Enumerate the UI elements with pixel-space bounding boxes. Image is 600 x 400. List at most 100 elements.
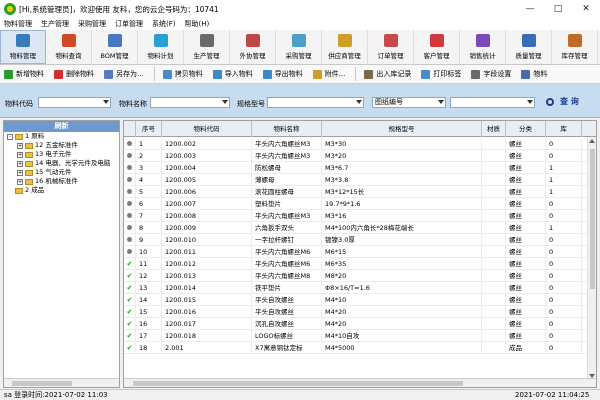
menu-item-0[interactable]: 物料管理 [4,19,32,29]
toolbar-button-1[interactable]: 删除物料 [54,69,94,79]
module-tab-9[interactable]: 客户管理 [414,30,460,64]
menu-item-2[interactable]: 采购管理 [78,19,106,29]
expand-icon[interactable]: + [17,160,23,167]
column-header[interactable]: 物料代码 [162,121,252,137]
module-tab-4[interactable]: 生产管理 [184,30,230,64]
module-tab-6[interactable]: 采购管理 [276,30,322,64]
maximize-icon[interactable]: □ [544,0,572,18]
tree-node[interactable]: +13 电子元件 [4,150,119,159]
status-dot-icon [127,153,132,158]
extra-filter-input[interactable] [450,97,535,108]
spec-input[interactable] [267,97,364,108]
table-row[interactable]: ✔ 16 1200.017 沉孔自攻螺丝 M4*20 螺丝 0 [124,318,596,330]
minimize-icon[interactable]: — [516,0,544,18]
refresh-button[interactable]: 刷新 [4,121,119,132]
column-header[interactable]: 序号 [136,121,162,137]
table-row[interactable]: 9 1200.010 一字拉杆螺钉 镀镍3.0厚 螺丝 0 [124,234,596,246]
module-tab-1[interactable]: 物料查询 [46,30,92,64]
toolbar-button-10[interactable]: 物料 [521,69,547,79]
toolbar-button-0[interactable]: 新增物料 [4,69,44,79]
query-button[interactable]: 查 询 [546,96,579,107]
table-row[interactable]: 5 1200.006 滚花圆柱螺母 M3*12*15长 螺丝 1 [124,186,596,198]
status-dot-icon [127,201,132,206]
column-header[interactable]: 规格型号 [322,121,482,137]
table-row[interactable]: 10 1200.011 平头内六角螺丝M6 M6*15 螺丝 0 [124,246,596,258]
expand-icon[interactable]: - [7,133,13,140]
grid-vertical-scrollbar[interactable] [587,137,596,380]
check-icon: ✔ [126,308,133,316]
toolbar-label: 物料 [533,70,548,78]
menu-item-5[interactable]: 帮助(H) [185,19,210,29]
material-name-input[interactable] [150,97,230,108]
menu-item-3[interactable]: 订单管理 [115,19,143,29]
module-tab-7[interactable]: 供应商管理 [322,30,368,64]
toolbar-button-7[interactable]: 出入库记录 [364,69,411,79]
tree-node[interactable]: - 1 原料 [4,132,119,141]
toolbar-button-9[interactable]: 字段设置 [471,69,511,79]
table-row[interactable]: 4 1200.005 薄螺母 M3*3.8 螺丝 1 [124,174,596,186]
scrollbar-thumb[interactable] [133,381,463,386]
table-row[interactable]: ✔ 14 1200.015 平头自攻螺丝 M4*10 螺丝 0 [124,294,596,306]
tree-node[interactable]: +15 气动元件 [4,168,119,177]
tree-node[interactable]: +16 机械标准件 [4,177,119,186]
menu-item-4[interactable]: 系统(F) [152,19,176,29]
cell-cat: 螺丝 [506,186,546,198]
table-row[interactable]: 6 1200.007 塑料垫片 19.7*9*1.6 螺丝 0 [124,198,596,210]
module-tab-10[interactable]: 销售统计 [460,30,506,64]
toolbar-button-4[interactable]: 导入物料 [212,69,253,79]
table-row[interactable]: 3 1200.004 防松螺母 M3*6.7 螺丝 1 [124,162,596,174]
module-tab-8[interactable]: 订单管理 [368,30,414,64]
table-row[interactable]: ✔ 13 1200.014 铁平垫片 Φ8×16/T=1.6 螺丝 0 [124,282,596,294]
material-code-input[interactable] [38,97,111,108]
column-header[interactable]: 材质 [482,121,506,137]
module-tab-0[interactable]: 物料管理 [0,30,46,64]
toolbar-button-2[interactable]: 另存为... [104,69,144,79]
module-tab-12[interactable]: 库存管理 [552,30,598,64]
tree-node[interactable]: +14 电器、光学元件及电脑 [4,159,119,168]
expand-icon[interactable]: + [17,169,23,176]
tree-horizontal-scrollbar[interactable] [4,378,119,387]
field-type-select[interactable]: 图纸编号 [372,97,446,108]
tree-node[interactable]: 2 成品 [4,186,119,195]
tree-node[interactable]: +12 五金标准件 [4,141,119,150]
import-icon [212,69,222,79]
module-tab-2[interactable]: BOM管理 [92,30,138,64]
window-title: [Hi,系统管理员]，欢迎使用 友科，您的云企号码为：10741 [19,4,219,14]
close-icon[interactable]: ✕ [572,0,600,18]
scroll-up-icon[interactable] [589,139,595,143]
toolbar-button-8[interactable]: 打印标签 [421,69,461,79]
expand-icon[interactable]: + [17,142,23,149]
cell-name: 沉孔自攻螺丝 [252,318,322,330]
expand-icon[interactable]: + [17,178,23,185]
table-row[interactable]: 2 1200.003 平头内六角螺丝M3 M3*20 螺丝 0 [124,150,596,162]
cell-qty: 1 [546,162,582,174]
toolbar-button-6[interactable]: 附件... [312,69,345,79]
table-row[interactable]: ✔ 12 1200.013 平头内六角螺丝M8 M8*20 螺丝 0 [124,270,596,282]
check-icon: ✔ [126,272,133,280]
cell-spec: M4*100内六角长*28梅花端长 [322,222,482,234]
grid-horizontal-scrollbar[interactable] [124,378,596,387]
column-header[interactable] [124,121,136,137]
module-tab-11[interactable]: 质量管理 [506,30,552,64]
module-tab-3[interactable]: 物料计划 [138,30,184,64]
query-label: 查 询 [560,97,579,106]
table-row[interactable]: ✔ 11 1200.012 平头内六角螺丝M6 M6*35 螺丝 0 [124,258,596,270]
scrollbar-thumb[interactable] [12,381,72,386]
status-dot-icon [127,249,132,254]
table-row[interactable]: 8 1200.009 六角扳手双头 M4*100内六角长*28梅花端长 螺丝 1 [124,222,596,234]
column-header[interactable]: 分类 [506,121,546,137]
column-header[interactable]: 库 [546,121,582,137]
module-tab-5[interactable]: 外协管理 [230,30,276,64]
table-row[interactable]: 7 1200.008 平头内六角螺丝M3 M3*16 螺丝 0 [124,210,596,222]
toolbar-button-3[interactable]: 拷贝物料 [162,69,203,79]
table-row[interactable]: ✔ 15 1200.016 平头自攻螺丝 M4*20 螺丝 0 [124,306,596,318]
cell-mat [482,282,506,294]
scrollbar-thumb[interactable] [590,149,595,289]
table-row[interactable]: ✔ 17 1200.018 LOGO标螺丝 M4*10自攻 螺丝 0 [124,330,596,342]
table-row[interactable]: ✔ 18 2.001 X7寓意铜钛定标 M4*5000 成品 0 [124,342,596,354]
table-row[interactable]: 1 1200.002 平头内六角螺丝M3 M3*30 螺丝 0 [124,138,596,150]
expand-icon[interactable]: + [17,151,23,158]
toolbar-button-5[interactable]: 导出物料 [262,69,303,79]
column-header[interactable]: 物料名称 [252,121,322,137]
menu-item-1[interactable]: 生产管理 [41,19,69,29]
